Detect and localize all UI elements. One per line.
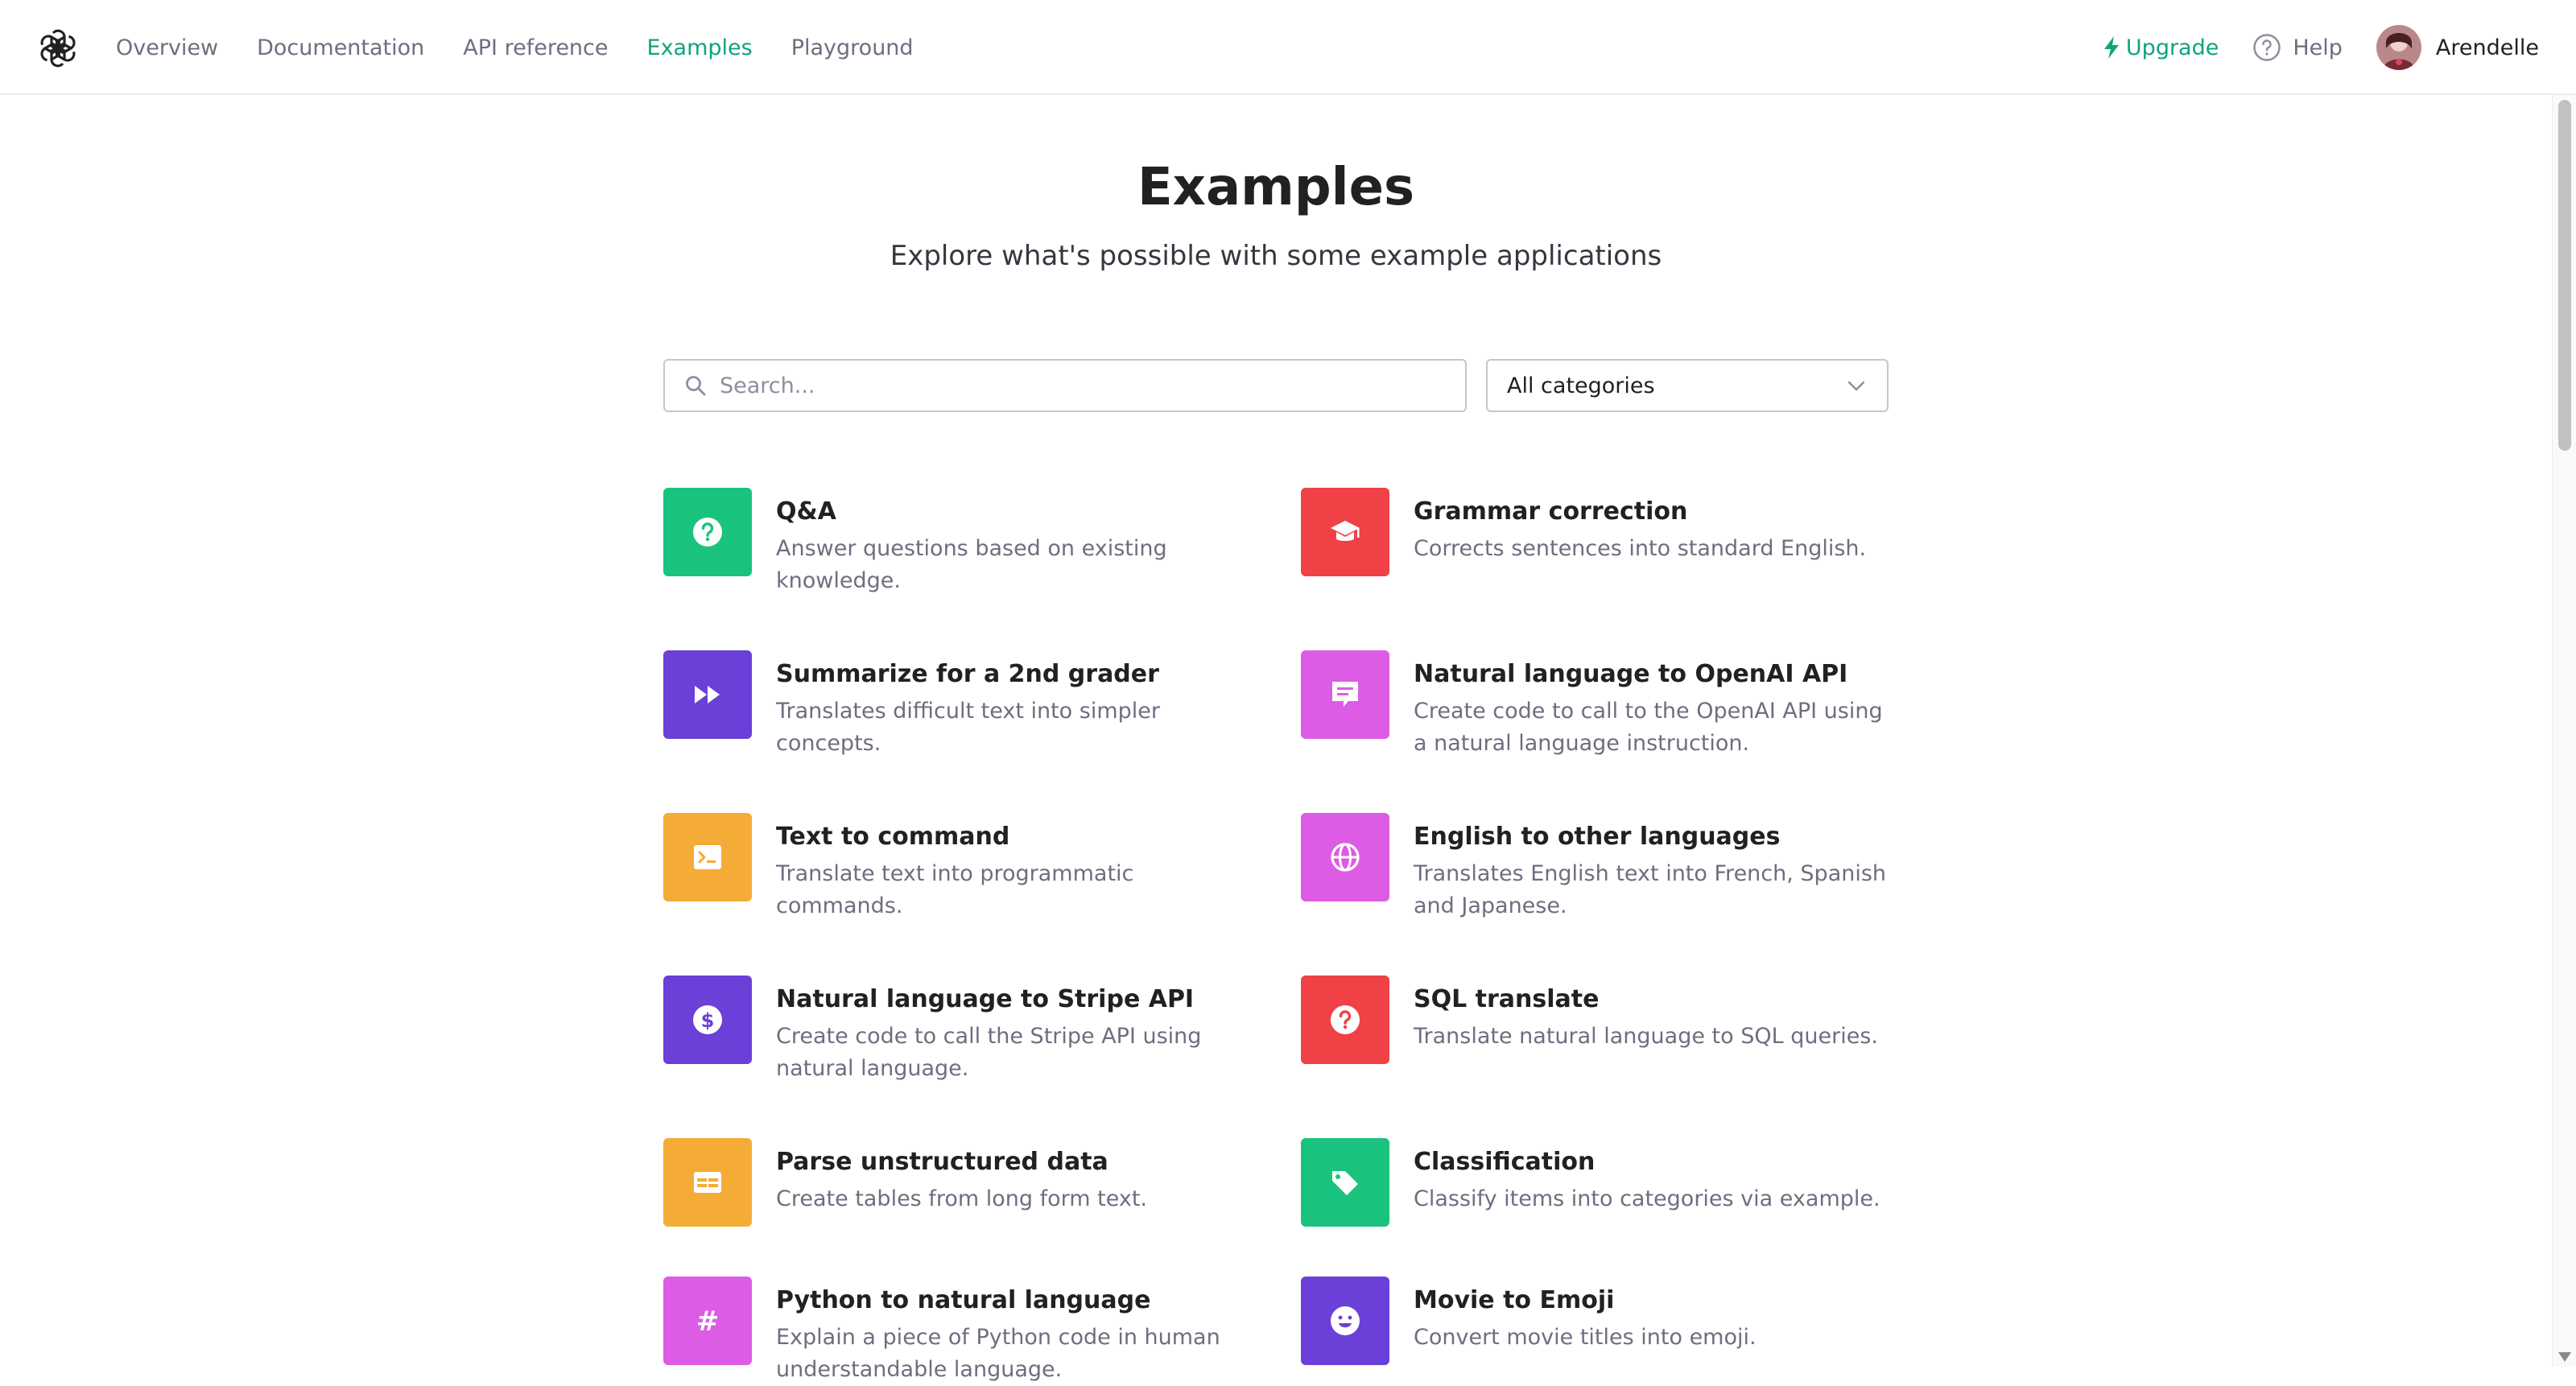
example-english-other-languages[interactable]: English to other languages Translates En…: [1301, 813, 1897, 922]
page-subtitle: Explore what's possible with some exampl…: [890, 240, 1662, 272]
example-summarize-2nd-grader[interactable]: Summarize for a 2nd grader Translates di…: [663, 650, 1259, 760]
example-grammar-correction[interactable]: Grammar correction Corrects sentences in…: [1301, 488, 1897, 576]
example-description: Create code to call to the OpenAI API us…: [1414, 699, 1883, 756]
openai-logo-icon[interactable]: [37, 27, 79, 69]
example-title: English to other languages: [1414, 823, 1781, 851]
example-tile: [1301, 976, 1389, 1064]
nav-examples[interactable]: Examples: [647, 35, 753, 60]
example-movie-to-emoji[interactable]: Movie to Emoji Convert movie titles into…: [1301, 1277, 1897, 1365]
example-natural-language-stripe-api[interactable]: $ Natural language to Stripe API Create …: [663, 976, 1259, 1085]
example-description: Create code to call the Stripe API using…: [776, 1024, 1202, 1081]
example-tile: [1301, 650, 1389, 739]
search-box: [663, 359, 1467, 412]
example-title: Summarize for a 2nd grader: [776, 660, 1159, 688]
example-classification[interactable]: Classification Classify items into categ…: [1301, 1138, 1897, 1227]
top-navbar: Overview Documentation API reference Exa…: [0, 0, 2576, 95]
terminal-icon: [694, 845, 721, 869]
example-tile: [663, 650, 752, 739]
main-nav: Overview Documentation API reference Exa…: [116, 0, 952, 95]
example-title: Natural language to OpenAI API: [1414, 660, 1848, 688]
example-title: SQL translate: [1414, 985, 1600, 1013]
example-title: Grammar correction: [1414, 497, 1688, 526]
nav-api-reference[interactable]: API reference: [463, 35, 608, 60]
chevron-down-icon: [1847, 381, 1865, 391]
dollar-icon: $: [693, 1005, 722, 1034]
question-icon: [693, 518, 722, 547]
category-select[interactable]: All categories: [1486, 359, 1889, 412]
example-title: Python to natural language: [776, 1286, 1151, 1314]
lightning-icon: [2103, 36, 2119, 59]
example-description: Translate natural language to SQL querie…: [1414, 1024, 1878, 1049]
search-input[interactable]: [718, 372, 1443, 399]
example-tile: [1301, 488, 1389, 576]
svg-text:$: $: [701, 1009, 715, 1032]
hashtag-icon: #: [696, 1306, 720, 1338]
example-description: Translate text into programmatic command…: [776, 861, 1134, 918]
upgrade-link[interactable]: Upgrade: [2102, 35, 2219, 60]
example-text-to-command[interactable]: Text to command Translate text into prog…: [663, 813, 1259, 922]
user-name: Arendelle: [2435, 35, 2539, 60]
example-natural-language-openai-api[interactable]: Natural language to OpenAI API Create co…: [1301, 650, 1897, 760]
example-tile: [1301, 1277, 1389, 1365]
example-title: Q&A: [776, 497, 836, 526]
avatar: [2376, 25, 2421, 70]
scroll-down-arrow-icon[interactable]: [2558, 1352, 2571, 1362]
user-menu[interactable]: Arendelle: [2376, 25, 2539, 70]
help-label: Help: [2293, 35, 2343, 60]
example-tile: $: [663, 976, 752, 1064]
page-title: Examples: [1137, 158, 1415, 217]
example-tile: #: [663, 1277, 752, 1365]
chat-bubble-icon: [1332, 682, 1358, 707]
example-description: Corrects sentences into standard English…: [1414, 536, 1867, 561]
nav-playground[interactable]: Playground: [791, 35, 914, 60]
example-title: Classification: [1414, 1148, 1596, 1176]
example-description: Create tables from long form text.: [776, 1186, 1148, 1211]
example-description: Translates difficult text into simpler c…: [776, 699, 1161, 756]
example-description: Explain a piece of Python code in human …: [776, 1325, 1220, 1382]
svg-text:#: #: [696, 1306, 720, 1338]
globe-icon: [1331, 843, 1360, 872]
page-scrollbar[interactable]: [2552, 95, 2576, 1367]
example-qa[interactable]: Q&A Answer questions based on existing k…: [663, 488, 1259, 597]
example-description: Answer questions based on existing knowl…: [776, 536, 1167, 593]
example-description: Translates English text into French, Spa…: [1414, 861, 1887, 918]
fast-forward-icon: [695, 686, 720, 703]
example-title: Natural language to Stripe API: [776, 985, 1195, 1013]
example-sql-translate[interactable]: SQL translate Translate natural language…: [1301, 976, 1897, 1064]
example-python-to-natural-language[interactable]: # Python to natural language Explain a p…: [663, 1277, 1259, 1386]
example-title: Parse unstructured data: [776, 1148, 1108, 1176]
example-title: Movie to Emoji: [1414, 1286, 1615, 1314]
example-tile: [663, 488, 752, 576]
example-description: Convert movie titles into emoji.: [1414, 1325, 1757, 1350]
search-icon: [686, 376, 706, 396]
example-description: Classify items into categories via examp…: [1414, 1186, 1880, 1211]
example-title: Text to command: [776, 823, 1010, 851]
nav-right: Upgrade Help Arendelle: [2102, 0, 2539, 95]
upgrade-label: Upgrade: [2125, 35, 2219, 60]
example-tile: [1301, 1138, 1389, 1227]
help-link[interactable]: Help: [2252, 33, 2343, 62]
question-icon: [1331, 1005, 1360, 1034]
tag-icon: [1332, 1171, 1358, 1195]
smiley-icon: [1331, 1306, 1360, 1335]
example-parse-unstructured-data[interactable]: Parse unstructured data Create tables fr…: [663, 1138, 1259, 1227]
scrollbar-thumb[interactable]: [2558, 100, 2571, 451]
example-tile: [663, 813, 752, 901]
category-select-value: All categories: [1507, 373, 1655, 398]
nav-documentation[interactable]: Documentation: [257, 35, 424, 60]
help-circle-icon: [2253, 34, 2281, 61]
table-icon: [694, 1172, 721, 1193]
graduation-cap-icon: [1331, 521, 1360, 541]
example-tile: [663, 1138, 752, 1227]
nav-overview[interactable]: Overview: [116, 35, 218, 60]
example-tile: [1301, 813, 1389, 901]
